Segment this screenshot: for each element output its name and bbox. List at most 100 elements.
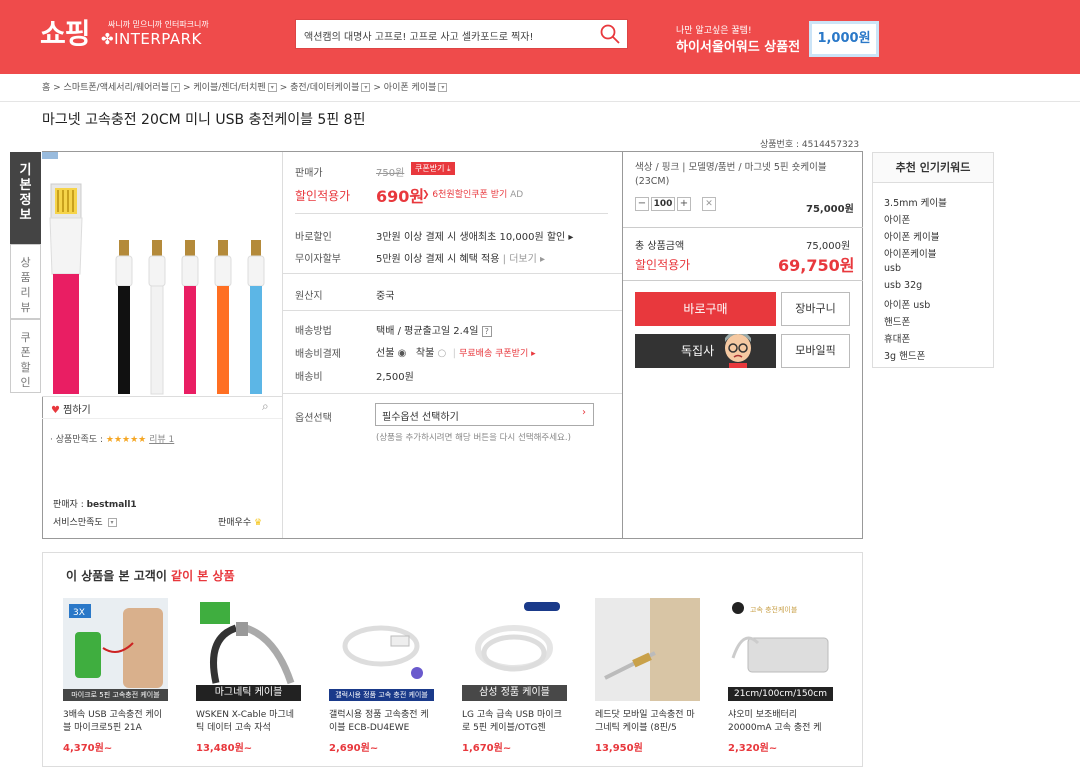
keyword-item[interactable]: 휴대폰 bbox=[884, 331, 910, 345]
product-card-name: WSKEN X-Cable 마그네틱 데이터 고속 자석 bbox=[196, 710, 295, 733]
mobile-pick-button[interactable]: 모바일픽 bbox=[781, 334, 850, 368]
cart-button[interactable]: 장바구니 bbox=[781, 292, 850, 326]
product-card-label: 삼성 정품 케이블 bbox=[462, 685, 567, 701]
ad-badge: AD bbox=[510, 190, 524, 200]
promo-title[interactable]: 하이서울어워드 상품전 bbox=[676, 36, 800, 55]
breadcrumb-item[interactable]: 충전/데이터케이블 bbox=[290, 83, 359, 93]
zoom-icon[interactable]: ⌕ bbox=[262, 399, 269, 414]
product-card-image: 마그네틱 케이블 bbox=[196, 598, 301, 701]
product-card[interactable]: 3X 마이크로 5핀 고속충전 케이블 3배속 USB 고속충전 케이블 마이크… bbox=[63, 598, 168, 754]
keyword-item[interactable]: usb bbox=[884, 263, 901, 274]
tab-basic-info[interactable]: 기본정보 bbox=[10, 152, 41, 244]
discount-price: 690원 bbox=[376, 187, 425, 206]
breadcrumb-home[interactable]: 홈 bbox=[42, 83, 50, 93]
product-card-price: 4,370원~ bbox=[63, 743, 113, 754]
coupon-link[interactable]: ❯ 6천원할인쿠폰 받기 AD bbox=[422, 187, 523, 200]
service-label: 서비스만족도 bbox=[53, 518, 103, 528]
like-button[interactable]: ♥ 찜하기 bbox=[51, 401, 91, 416]
coupon-download-button[interactable]: 쿠폰받기 ⤓ bbox=[411, 162, 455, 175]
product-number-value: 4514457323 bbox=[801, 140, 860, 150]
coupon-link-text: 6천원할인쿠폰 받기 bbox=[432, 190, 508, 200]
dropdown-icon[interactable]: ▾ bbox=[438, 83, 448, 92]
keyword-item[interactable]: 아이폰 usb bbox=[884, 297, 930, 311]
shipping-fee-label: 배송비 bbox=[295, 372, 323, 383]
logo-shopping[interactable]: 쇼핑 bbox=[40, 12, 91, 52]
keyword-item[interactable]: 아이폰 bbox=[884, 212, 910, 226]
coupon-icon: ❯ bbox=[422, 190, 430, 200]
qty-input[interactable]: 100 bbox=[651, 197, 675, 211]
dropdown-icon[interactable]: ▾ bbox=[170, 83, 180, 92]
recommended-keywords: 추천 인기키워드 3.5mm 케이블 아이폰 아이폰 케이블 아이폰케이블 us… bbox=[872, 152, 994, 368]
product-title: 마그넷 고속충전 20CM 미니 USB 충전케이블 5핀 8핀 bbox=[42, 112, 366, 128]
option-select[interactable]: 필수옵션 선택하기 › bbox=[375, 403, 594, 426]
product-card-label: 마그네틱 케이블 bbox=[196, 685, 301, 701]
keyword-item[interactable]: 핸드폰 bbox=[884, 314, 910, 328]
seller-info: 판매자 : bestmall1 bbox=[53, 497, 137, 510]
instant-discount-value[interactable]: 3만원 이상 결제 시 생애최초 10,000원 할인 ▸ bbox=[376, 228, 573, 243]
product-image[interactable] bbox=[42, 152, 282, 396]
product-card-label: 갤럭시용 정품 고속 충전 케이블 bbox=[329, 689, 434, 701]
product-card-image: 고속 충전케이블 21cm/100cm/150cm bbox=[728, 598, 833, 701]
tab-coupon[interactable]: 쿠폰할인 bbox=[10, 319, 41, 393]
cod-radio[interactable]: ○ bbox=[437, 348, 446, 359]
like-label: 찜하기 bbox=[63, 405, 91, 416]
total-value: 75,000원 bbox=[806, 241, 851, 252]
exclusive-button-label: 독집사 bbox=[681, 344, 715, 358]
qty-decrease-button[interactable]: − bbox=[635, 197, 649, 211]
help-icon[interactable]: ? bbox=[481, 326, 492, 337]
dropdown-icon[interactable]: ▾ bbox=[361, 83, 371, 92]
exclusive-button[interactable]: 독집사 bbox=[635, 334, 776, 368]
remove-option-icon[interactable]: ✕ bbox=[702, 197, 716, 211]
more-link-label: 더보기 bbox=[509, 254, 537, 265]
origin-label: 원산지 bbox=[295, 291, 323, 302]
dropdown-icon[interactable]: ▾ bbox=[267, 83, 277, 92]
product-card-name: 3배속 USB 고속충전 케이블 마이크로5핀 21A bbox=[63, 710, 163, 733]
seller-name[interactable]: bestmall1 bbox=[87, 500, 137, 510]
xiaomi-cable-image: 고속 충전케이블 bbox=[728, 598, 833, 701]
search-input[interactable] bbox=[304, 26, 594, 44]
product-card[interactable]: 삼성 정품 케이블 LG 고속 급속 USB 마이크로 5핀 케이블/OTG젠 … bbox=[462, 598, 567, 754]
divider bbox=[295, 213, 608, 214]
product-card[interactable]: 고속 충전케이블 21cm/100cm/150cm 샤오미 보조배터리 2000… bbox=[728, 598, 833, 754]
product-card-image bbox=[595, 598, 700, 701]
product-number-label: 상품번호 : bbox=[760, 140, 800, 150]
prepaid-radio[interactable]: ◉ bbox=[398, 348, 407, 359]
search-icon[interactable] bbox=[599, 23, 621, 45]
tab-reviews[interactable]: 상품리뷰 bbox=[10, 244, 41, 319]
more-link[interactable]: | 더보기 ▸ bbox=[503, 254, 545, 265]
free-shipping-coupon-link[interactable]: 무료배송 쿠폰받기 ▸ bbox=[459, 349, 536, 359]
breadcrumb-item[interactable]: 케이블/젠더/터치펜 bbox=[193, 83, 265, 93]
product-card[interactable]: 갤럭시용 정품 고속 충전 케이블 갤럭시용 정품 고속충전 케이블 ECB-D… bbox=[329, 598, 434, 754]
review-link[interactable]: 리뷰 1 bbox=[149, 435, 174, 445]
also-viewed-title-b: 같이 본 상품 bbox=[171, 569, 235, 583]
product-card[interactable]: 레드닷 모바일 고속충전 마그네틱 케이블 (8핀/5 13,950원 bbox=[595, 598, 700, 754]
installment-value: 5만원 이상 결제 시 혜택 적용 | 더보기 ▸ bbox=[376, 250, 545, 265]
shipping-method-label: 배송방법 bbox=[295, 326, 332, 337]
breadcrumb-item[interactable]: 아이폰 케이블 bbox=[384, 83, 437, 93]
keyword-item[interactable]: 아이폰케이블 bbox=[884, 246, 936, 260]
total-label: 총 상품금액 bbox=[635, 241, 685, 252]
keyword-item[interactable]: 3.5mm 케이블 bbox=[884, 195, 947, 209]
free-shipping-coupon-text: 무료배송 쿠폰받기 bbox=[459, 349, 529, 359]
product-card-price: 13,950원 bbox=[595, 743, 643, 754]
service-satisfaction[interactable]: 서비스만족도 ▾ bbox=[53, 515, 120, 528]
product-card-name: 레드닷 모바일 고속충전 마그네틱 케이블 (8핀/5 bbox=[595, 710, 695, 733]
dropdown-icon[interactable]: ▾ bbox=[107, 518, 117, 527]
buy-now-button[interactable]: 바로구매 bbox=[635, 292, 776, 326]
keyword-item[interactable]: usb 32g bbox=[884, 280, 922, 291]
option-hint: (상품을 추가하시려면 해당 버튼을 다시 선택해주세요.) bbox=[376, 433, 571, 443]
promo-coupon[interactable]: 1,000원 bbox=[809, 21, 879, 57]
promo-subtitle[interactable]: 나만 알고싶은 꿀템! bbox=[676, 23, 752, 36]
shipping-fee-value: 2,500원 bbox=[376, 372, 414, 383]
logo-interpark[interactable]: ✤INTERPARK bbox=[101, 30, 202, 48]
qty-increase-button[interactable]: + bbox=[677, 197, 691, 211]
column-divider bbox=[282, 152, 283, 538]
prepaid-label: 선불 bbox=[376, 348, 395, 359]
breadcrumb-item[interactable]: 스마트폰/액세서리/웨어러블 bbox=[64, 83, 169, 93]
product-card-image: 3X 마이크로 5핀 고속충전 케이블 bbox=[63, 598, 168, 701]
product-card-image: 갤럭시용 정품 고속 충전 케이블 bbox=[329, 598, 434, 701]
shipping-method-text: 택배 / 평균출고일 2.4일 bbox=[376, 326, 479, 337]
keyword-item[interactable]: 3g 핸드폰 bbox=[884, 348, 925, 362]
product-card[interactable]: 마그네틱 케이블 WSKEN X-Cable 마그네틱 데이터 고속 자석 13… bbox=[196, 598, 301, 754]
keyword-item[interactable]: 아이폰 케이블 bbox=[884, 229, 939, 243]
